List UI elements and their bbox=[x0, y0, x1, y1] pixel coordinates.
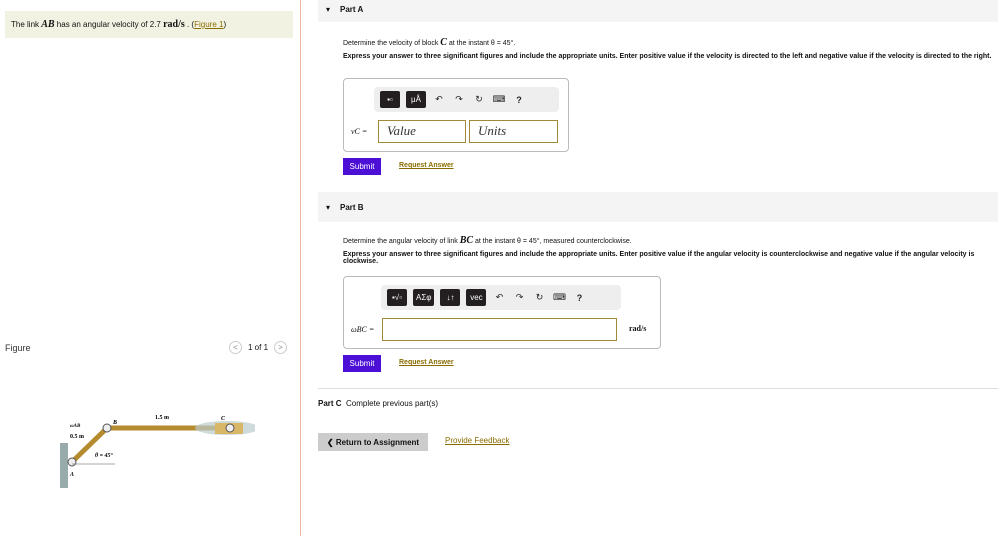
collapse-icon: ▾ bbox=[326, 5, 331, 14]
unit-label: rad/s bbox=[629, 324, 647, 333]
undo-icon[interactable]: ↶ bbox=[432, 94, 446, 105]
keyboard-icon[interactable]: ⌨ bbox=[492, 94, 506, 105]
units-button[interactable]: μÅ bbox=[406, 91, 426, 108]
pin-a bbox=[67, 457, 77, 467]
intro-text: The link bbox=[11, 20, 42, 29]
figure-link[interactable]: Figure 1 bbox=[194, 20, 223, 29]
label-ab: 0.5 m bbox=[70, 434, 84, 440]
provide-feedback-link[interactable]: Provide Feedback bbox=[445, 436, 509, 445]
label-b: B bbox=[112, 420, 117, 426]
return-to-assignment-button[interactable]: ❮ Return to Assignment bbox=[318, 433, 428, 451]
label-omega: ωAB bbox=[70, 424, 81, 429]
help-icon[interactable]: ? bbox=[572, 293, 586, 303]
answer-input[interactable] bbox=[382, 318, 617, 341]
unit: rad/s bbox=[163, 19, 185, 30]
reset-icon[interactable]: ↻ bbox=[532, 292, 546, 303]
prev-figure-button[interactable]: < bbox=[229, 341, 242, 354]
redo-icon[interactable]: ↷ bbox=[512, 292, 526, 303]
part-c-status: Complete previous part(s) bbox=[346, 399, 439, 408]
value-input[interactable]: Value bbox=[378, 120, 466, 143]
pin-b bbox=[102, 423, 112, 433]
part-b-request-answer-link[interactable]: Request Answer bbox=[399, 359, 454, 366]
part-a-submit-button[interactable]: Submit bbox=[343, 158, 381, 175]
vector-button[interactable]: vec bbox=[466, 289, 487, 306]
part-b-answer-box: ▪√▫ ΑΣφ ↓↑ vec ↶ ↷ ↻ ⌨ ? ωBC = rad/s bbox=[343, 276, 661, 349]
part-b-submit-button[interactable]: Submit bbox=[343, 355, 381, 372]
var: BC bbox=[459, 235, 474, 246]
units-input[interactable]: Units bbox=[469, 120, 558, 143]
subscript-button[interactable]: ↓↑ bbox=[440, 289, 461, 306]
mechanism-figure: 1.5 m 0.5 m ωAB θ = 45° A B C bbox=[60, 415, 255, 488]
collapse-icon: ▾ bbox=[326, 202, 331, 212]
undo-icon[interactable]: ↶ bbox=[492, 292, 506, 303]
redo-icon[interactable]: ↷ bbox=[452, 94, 466, 105]
greek-button[interactable]: ΑΣφ bbox=[413, 289, 435, 306]
page-indicator: 1 of 1 bbox=[248, 343, 269, 352]
part-b-header[interactable]: ▾ Part B bbox=[318, 192, 998, 222]
pin-c bbox=[225, 423, 235, 433]
template-button[interactable]: ▪√▫ bbox=[387, 289, 407, 306]
wall bbox=[60, 443, 68, 488]
figure-header: Figure bbox=[5, 343, 31, 353]
vc-label: vC = bbox=[351, 127, 368, 136]
intro-text: . ( bbox=[184, 20, 195, 29]
part-a-header[interactable]: ▾ Part A bbox=[318, 0, 998, 22]
divider bbox=[318, 388, 998, 389]
part-c: Part C Complete previous part(s) bbox=[318, 399, 438, 408]
keyboard-icon[interactable]: ⌨ bbox=[552, 292, 566, 303]
part-c-title: Part C bbox=[318, 399, 342, 408]
link-var: AB bbox=[41, 19, 55, 30]
intro-text: ) bbox=[223, 20, 227, 29]
label-a: A bbox=[69, 472, 74, 478]
reset-icon[interactable]: ↻ bbox=[472, 94, 486, 105]
divider bbox=[300, 0, 301, 536]
math-toolbar: ▪▫ μÅ ↶ ↷ ↻ ⌨ ? bbox=[374, 87, 559, 112]
part-b-question: Determine the angular velocity of link B… bbox=[343, 235, 998, 246]
intro-text: has an angular velocity of 2.7 bbox=[54, 20, 164, 29]
part-a-question: Determine the velocity of block C at the… bbox=[343, 37, 998, 48]
part-b-title: Part B bbox=[340, 202, 364, 212]
part-b-instructions: Express your answer to three significant… bbox=[343, 251, 975, 265]
wbc-label: ωBC = bbox=[351, 325, 375, 334]
template-button[interactable]: ▪▫ bbox=[380, 91, 400, 108]
part-a-title: Part A bbox=[340, 5, 364, 14]
help-icon[interactable]: ? bbox=[512, 95, 526, 105]
question-text: at the instant θ = 45°, measured counter… bbox=[473, 238, 632, 245]
question-text: Determine the angular velocity of link bbox=[343, 238, 460, 245]
figure-pager: < 1 of 1 > bbox=[229, 341, 288, 354]
math-toolbar: ▪√▫ ΑΣφ ↓↑ vec ↶ ↷ ↻ ⌨ ? bbox=[381, 285, 621, 310]
next-figure-button[interactable]: > bbox=[274, 341, 288, 354]
var: C bbox=[440, 37, 447, 48]
question-text: at the instant θ = 45°. bbox=[446, 40, 516, 47]
part-a-answer-box: ▪▫ μÅ ↶ ↷ ↻ ⌨ ? vC = Value Units bbox=[343, 78, 569, 152]
problem-intro: The link AB has an angular velocity of 2… bbox=[5, 11, 293, 38]
question-text: Determine the velocity of block bbox=[343, 40, 441, 47]
label-bc: 1.5 m bbox=[155, 415, 169, 421]
part-a-request-answer-link[interactable]: Request Answer bbox=[399, 162, 454, 169]
part-a-instructions: Express your answer to three significant… bbox=[343, 53, 992, 60]
label-theta: θ = 45° bbox=[95, 452, 114, 459]
